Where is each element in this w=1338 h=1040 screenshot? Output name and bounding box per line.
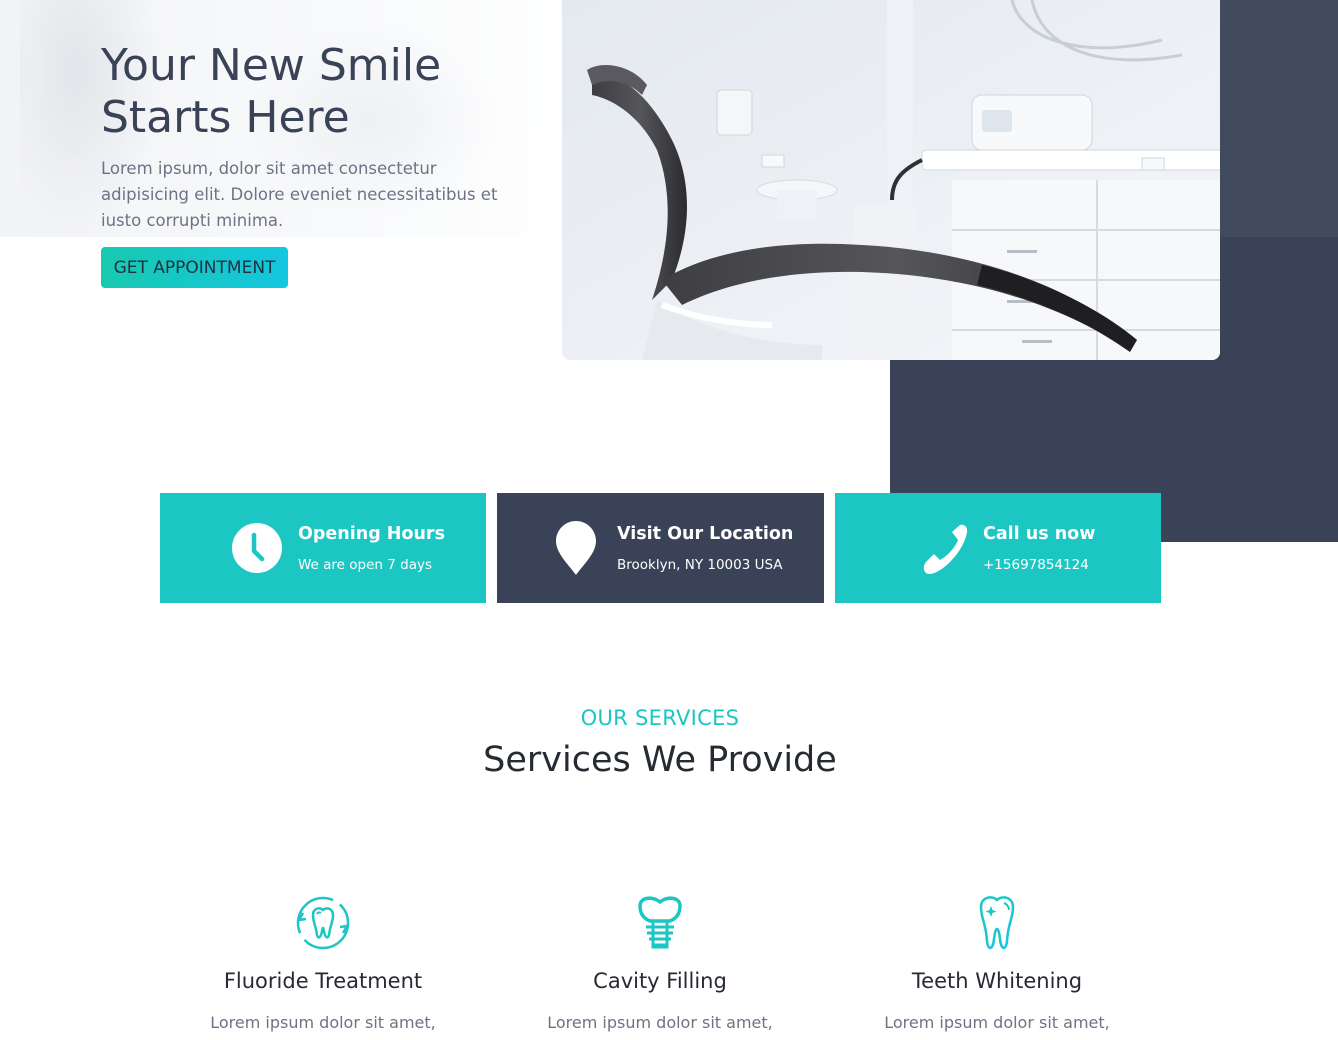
services-kicker: OUR SERVICES bbox=[580, 706, 740, 730]
clock-icon bbox=[228, 519, 286, 577]
dental-chair-photo bbox=[562, 0, 1220, 360]
info-card-title: Call us now bbox=[983, 524, 1096, 544]
fluoride-tooth-icon bbox=[293, 893, 353, 953]
service-item-fluoride[interactable]: Fluoride Treatment Lorem ipsum dolor sit… bbox=[163, 893, 483, 1032]
service-description: Lorem ipsum dolor sit amet, bbox=[547, 1013, 773, 1032]
dental-chair-image bbox=[562, 0, 1220, 360]
sparkle-tooth-icon bbox=[967, 893, 1027, 953]
service-name: Teeth Whitening bbox=[911, 969, 1083, 993]
info-card-title: Opening Hours bbox=[298, 524, 445, 544]
service-description: Lorem ipsum dolor sit amet, bbox=[210, 1013, 436, 1032]
hero-subtitle: Lorem ipsum, dolor sit amet consectetur … bbox=[101, 159, 498, 230]
opening-hours-card: Opening Hours We are open 7 days bbox=[160, 493, 486, 603]
location-pin-icon bbox=[547, 519, 605, 577]
info-card-subtitle: We are open 7 days bbox=[298, 557, 433, 573]
implant-tooth-icon bbox=[630, 893, 690, 953]
info-card-subtitle: Brooklyn, NY 10003 USA bbox=[617, 557, 783, 573]
hero-title: Your New Smile Starts Here bbox=[101, 40, 442, 143]
call-us-card[interactable]: Call us now +15697854124 bbox=[835, 493, 1161, 603]
phone-icon bbox=[913, 519, 971, 577]
service-item-cavity-filling[interactable]: Cavity Filling Lorem ipsum dolor sit ame… bbox=[500, 893, 820, 1032]
info-card-title: Visit Our Location bbox=[617, 524, 794, 544]
service-name: Fluoride Treatment bbox=[223, 969, 423, 993]
services-title: Services We Provide bbox=[483, 740, 837, 780]
get-appointment-button[interactable]: GET APPOINTMENT bbox=[101, 247, 288, 288]
service-item-teeth-whitening[interactable]: Teeth Whitening Lorem ipsum dolor sit am… bbox=[837, 893, 1157, 1032]
phone-number[interactable]: +15697854124 bbox=[983, 557, 1095, 573]
service-description: Lorem ipsum dolor sit amet, bbox=[884, 1013, 1110, 1032]
service-name: Cavity Filling bbox=[593, 969, 727, 993]
location-card: Visit Our Location Brooklyn, NY 10003 US… bbox=[497, 493, 824, 603]
hero-content: Your New Smile Starts Here Lorem ipsum, … bbox=[101, 40, 521, 234]
